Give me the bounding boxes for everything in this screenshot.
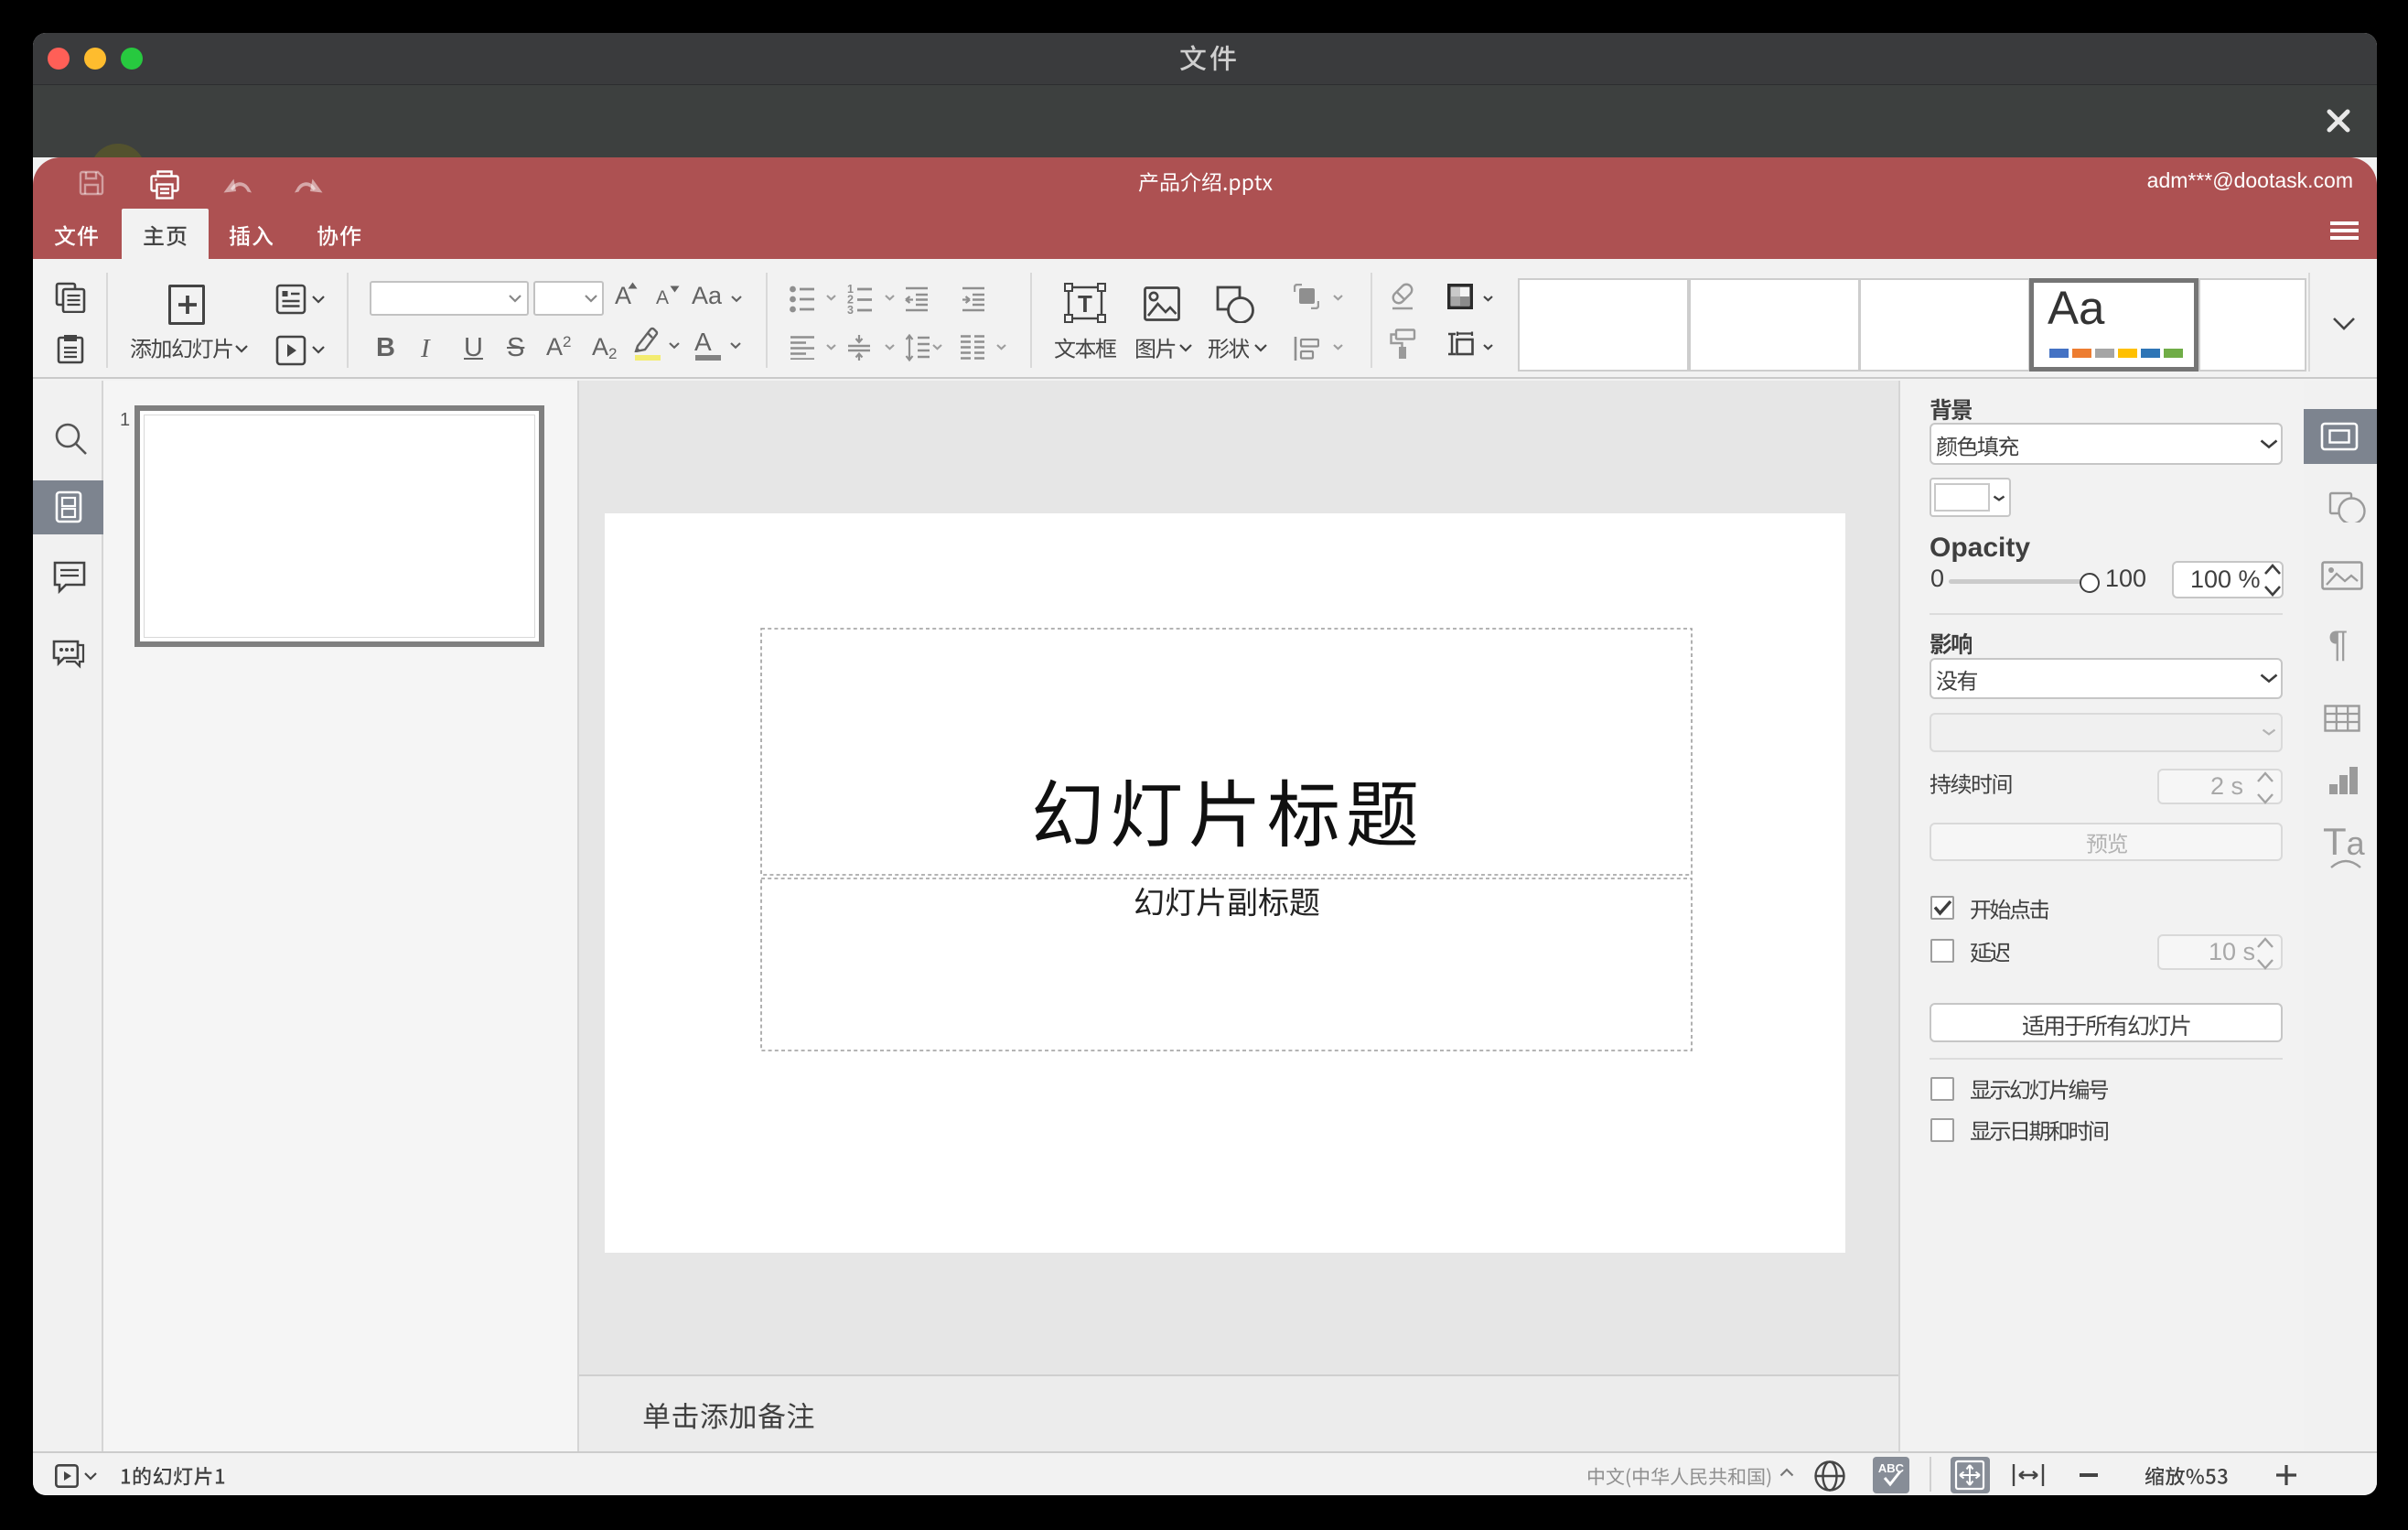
svg-text:T: T bbox=[1078, 290, 1092, 318]
svg-text:3: 3 bbox=[847, 304, 854, 314]
